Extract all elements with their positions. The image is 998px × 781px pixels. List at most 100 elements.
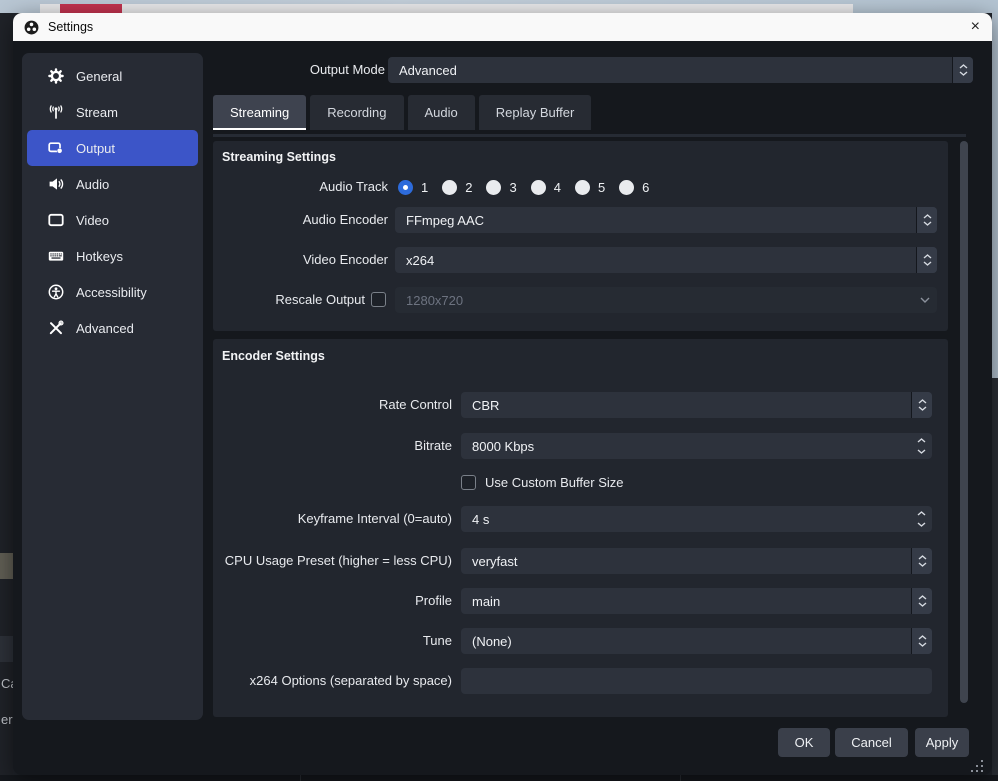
use-custom-buffer-label: Use Custom Buffer Size xyxy=(485,470,785,496)
sidebar-item-label: Hotkeys xyxy=(76,249,123,264)
background-fragment xyxy=(0,553,13,579)
streaming-settings-group: Streaming Settings Audio Track 1 2 3 4 5… xyxy=(213,141,948,331)
chevron-up-down-icon[interactable] xyxy=(916,207,937,233)
tabs-divider xyxy=(213,134,966,137)
audio-track-radio-1[interactable]: 1 xyxy=(398,180,428,195)
tab-streaming[interactable]: Streaming xyxy=(213,95,306,130)
sidebar-item-video[interactable]: Video xyxy=(27,202,198,238)
window-title: Settings xyxy=(48,20,93,34)
sidebar-item-audio[interactable]: Audio xyxy=(27,166,198,202)
ok-button[interactable]: OK xyxy=(778,728,830,757)
spinner-arrows-icon[interactable] xyxy=(910,506,932,532)
background-text-fragment: er xyxy=(1,712,13,727)
cpu-preset-label: CPU Usage Preset (higher = less CPU) xyxy=(213,548,452,574)
output-mode-label: Output Mode xyxy=(213,57,385,83)
chevron-up-down-icon[interactable] xyxy=(916,247,937,273)
background-text-fragment: Ca xyxy=(1,676,13,691)
radio-icon[interactable] xyxy=(575,180,590,195)
radio-checked-icon[interactable] xyxy=(398,180,413,195)
desktop-sky-right xyxy=(992,13,998,378)
keyframe-interval-label: Keyframe Interval (0=auto) xyxy=(213,506,452,532)
encoder-settings-group: Encoder Settings Rate Control CBR Bitrat… xyxy=(213,339,948,717)
sidebar-item-hotkeys[interactable]: Hotkeys xyxy=(27,238,198,274)
background-window-strip xyxy=(40,4,853,13)
sidebar-item-label: Video xyxy=(76,213,109,228)
audio-track-radio-5[interactable]: 5 xyxy=(575,180,605,195)
bitrate-label: Bitrate xyxy=(213,433,452,459)
display-icon xyxy=(48,212,64,228)
chevron-up-down-icon[interactable] xyxy=(911,588,932,614)
sidebar-item-label: General xyxy=(76,69,122,84)
keyboard-icon xyxy=(48,248,64,264)
audio-track-radio-4[interactable]: 4 xyxy=(531,180,561,195)
output-icon xyxy=(48,140,64,156)
close-icon[interactable]: × xyxy=(971,13,980,41)
chevron-up-down-icon[interactable] xyxy=(911,392,932,418)
background-fragment xyxy=(0,636,13,662)
radio-icon[interactable] xyxy=(486,180,501,195)
settings-window: Settings × General Stream Output Audio V… xyxy=(13,13,992,775)
use-custom-buffer-checkbox[interactable] xyxy=(461,475,476,490)
background-seam xyxy=(300,775,301,781)
broadcast-icon xyxy=(48,104,64,120)
radio-icon[interactable] xyxy=(619,180,634,195)
audio-track-radio-6[interactable]: 6 xyxy=(619,180,649,195)
profile-combo[interactable]: main xyxy=(461,588,932,614)
titlebar: Settings × xyxy=(13,13,992,41)
output-mode-value: Advanced xyxy=(399,57,457,83)
radio-icon[interactable] xyxy=(442,180,457,195)
apply-button[interactable]: Apply xyxy=(915,728,969,757)
sidebar-item-label: Stream xyxy=(76,105,118,120)
gear-icon xyxy=(48,68,64,84)
audio-track-label: Audio Track xyxy=(213,174,388,200)
radio-icon[interactable] xyxy=(531,180,546,195)
content-scrollbar[interactable] xyxy=(960,141,968,703)
audio-encoder-combo[interactable]: FFmpeg AAC xyxy=(395,207,937,233)
rate-control-label: Rate Control xyxy=(213,392,452,418)
rescale-output-checkbox[interactable] xyxy=(371,292,386,307)
cancel-button[interactable]: Cancel xyxy=(835,728,908,757)
audio-track-radio-3[interactable]: 3 xyxy=(486,180,516,195)
chevron-down-icon xyxy=(920,287,930,313)
tab-recording[interactable]: Recording xyxy=(310,95,403,130)
x264-options-input[interactable] xyxy=(461,668,932,694)
audio-encoder-label: Audio Encoder xyxy=(213,207,388,233)
bitrate-spinbox[interactable]: 8000 Kbps xyxy=(461,433,932,459)
tab-audio[interactable]: Audio xyxy=(408,95,475,130)
sidebar-item-label: Output xyxy=(76,141,115,156)
sidebar-item-label: Advanced xyxy=(76,321,134,336)
speaker-icon xyxy=(48,176,64,192)
chevron-up-down-icon[interactable] xyxy=(952,57,973,83)
tune-combo[interactable]: (None) xyxy=(461,628,932,654)
keyframe-interval-spinbox[interactable]: 4 s xyxy=(461,506,932,532)
resize-grip[interactable] xyxy=(971,760,983,772)
tune-label: Tune xyxy=(213,628,452,654)
background-right xyxy=(992,378,998,775)
spinner-arrows-icon[interactable] xyxy=(910,433,932,459)
sidebar-item-general[interactable]: General xyxy=(27,58,198,94)
rate-control-combo[interactable]: CBR xyxy=(461,392,932,418)
sidebar-item-output[interactable]: Output xyxy=(27,130,198,166)
background-left: Ca er xyxy=(0,13,13,775)
output-tabs: Streaming Recording Audio Replay Buffer xyxy=(213,95,591,130)
background-seam xyxy=(680,775,681,781)
rescale-output-label: Rescale Output xyxy=(213,287,365,313)
video-encoder-combo[interactable]: x264 xyxy=(395,247,937,273)
output-mode-dropdown[interactable]: Advanced xyxy=(388,57,973,83)
audio-track-radio-2[interactable]: 2 xyxy=(442,180,472,195)
sidebar-item-advanced[interactable]: Advanced xyxy=(27,310,198,346)
sidebar-item-accessibility[interactable]: Accessibility xyxy=(27,274,198,310)
settings-sidebar: General Stream Output Audio Video Hotkey… xyxy=(22,53,203,720)
sidebar-item-stream[interactable]: Stream xyxy=(27,94,198,130)
sidebar-item-label: Audio xyxy=(76,177,109,192)
chevron-up-down-icon[interactable] xyxy=(911,548,932,574)
background-red-strip xyxy=(60,4,122,13)
obs-logo-icon xyxy=(24,20,39,35)
rescale-resolution-combo[interactable]: 1280x720 xyxy=(395,287,937,313)
tab-replay-buffer[interactable]: Replay Buffer xyxy=(479,95,592,130)
accessibility-icon xyxy=(48,284,64,300)
cpu-preset-combo[interactable]: veryfast xyxy=(461,548,932,574)
section-title: Streaming Settings xyxy=(222,150,336,164)
chevron-up-down-icon[interactable] xyxy=(911,628,932,654)
sidebar-item-label: Accessibility xyxy=(76,285,147,300)
